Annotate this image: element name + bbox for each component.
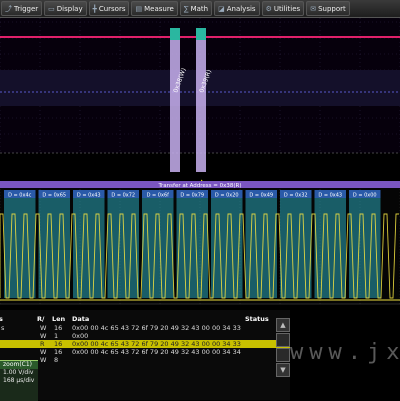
menu-label: Support xyxy=(318,4,346,13)
display-icon: ▭ xyxy=(48,4,55,13)
menu-label: Analysis xyxy=(226,4,256,13)
zoom-column-top xyxy=(170,28,180,40)
cell-rw: W xyxy=(40,348,47,356)
decode-box xyxy=(280,190,312,298)
cell-len: 8 xyxy=(54,356,59,364)
menu-label: Trigger xyxy=(14,4,39,13)
menu-cursors-button[interactable]: ╋ Cursors xyxy=(88,1,130,16)
menu-utilities-button[interactable]: ⚙ Utilities xyxy=(261,1,305,16)
decode-table: s R/ Len Data Status s W 16 0x00 00 4c 65 4… xyxy=(0,310,290,400)
scroll-page-down-button[interactable] xyxy=(276,348,290,362)
decode-label: D = 0x79 xyxy=(180,193,204,199)
table-row[interactable]: R 16 0x00 00 4c 65 43 72 6f 79 20 49 32 43… xyxy=(0,340,290,348)
time-per-div: 168 µs/div xyxy=(3,377,35,384)
transfer-banner: Transfer at Address = 0x38(R) xyxy=(157,183,241,189)
zoom-column-top xyxy=(196,28,206,40)
decode-label: D = 0x32 xyxy=(284,193,308,199)
math-icon: ∑ xyxy=(183,4,189,13)
decode-box xyxy=(142,190,174,298)
utilities-icon: ⚙ xyxy=(265,4,272,13)
cell-data: 0x00 00 4c 65 43 72 6f 79 20 49 32 43 00… xyxy=(72,348,241,356)
cell-data: 0x00 xyxy=(72,332,89,340)
watermark: www.jxw xyxy=(290,340,400,365)
decode-label: D = 0x72 xyxy=(111,193,135,199)
decode-label: D = 0x20 xyxy=(215,193,239,199)
cell-len: 16 xyxy=(54,348,63,356)
waveform-grid: 0x38(W)0x39(R)▲Transfer at Address = 0x3… xyxy=(0,18,400,305)
menu-label: Cursors xyxy=(98,4,126,13)
table-row[interactable]: W8 xyxy=(0,356,290,364)
header-index: s xyxy=(0,315,3,323)
header-data: Data xyxy=(72,315,90,323)
cell-rw: W xyxy=(40,324,47,332)
menu-trigger-button[interactable]: ⤴ Trigger xyxy=(1,1,43,16)
decode-label: D = 0x00 xyxy=(353,193,377,199)
scroll-page-up-button[interactable] xyxy=(276,333,290,347)
table-header: s R/ Len Data Status xyxy=(0,315,290,324)
cell-rw: W xyxy=(40,356,47,364)
decode-label: D = 0x49 xyxy=(249,193,273,199)
table-row[interactable]: s W 16 0x00 00 4c 65 43 72 6f 79 20 49 32 4… xyxy=(0,324,290,332)
menu-math-button[interactable]: ∑ Math xyxy=(179,1,213,16)
cursors-icon: ╋ xyxy=(92,4,97,13)
menu-display-button[interactable]: ▭ Display xyxy=(44,1,87,16)
zoom-label: zoom(C1) xyxy=(0,361,38,369)
menu-label: Measure xyxy=(144,4,174,13)
cell-len: 1 xyxy=(54,332,59,340)
decode-label: D = 0x65 xyxy=(42,193,66,199)
menu-label: Display xyxy=(56,4,83,13)
menu-support-button[interactable]: ✉ Support xyxy=(306,1,350,16)
header-rw: R/ xyxy=(37,315,45,323)
zoom-descriptor[interactable]: zoom(C1) 1.00 V/div 168 µs/div xyxy=(0,360,38,401)
menu-bar: ⤴ Trigger ▭ Display ╋ Cursors ▤ Measure ∑ Math ◪ An… xyxy=(0,0,400,18)
table-scroll-control[interactable]: ▲ ▼ xyxy=(276,318,290,377)
menu-label: Math xyxy=(190,4,209,13)
scroll-up-button[interactable]: ▲ xyxy=(276,318,290,332)
cell-data: 0x00 00 4c 65 43 72 6f 79 20 49 32 43 00… xyxy=(72,340,241,348)
table-row[interactable]: W 16 0x00 00 4c 65 43 72 6f 79 20 49 32 43… xyxy=(0,348,290,356)
cell-idx: s xyxy=(1,324,5,332)
decode-label: D = 0x43 xyxy=(318,193,342,199)
zoom-column xyxy=(196,28,206,172)
cell-rw: R xyxy=(40,340,45,348)
decode-label: D = 0x6f xyxy=(147,193,170,199)
volts-per-div: 1.00 V/div xyxy=(3,369,34,376)
measure-icon: ▤ xyxy=(135,4,143,13)
cell-data: 0x00 00 4c 65 43 72 6f 79 20 49 32 43 00… xyxy=(72,324,241,332)
header-status: Status xyxy=(245,315,269,323)
header-len: Len xyxy=(52,315,66,323)
scope-display: 0x38(W)0x39(R)▲Transfer at Address = 0x3… xyxy=(0,18,400,310)
menu-measure-button[interactable]: ▤ Measure xyxy=(131,1,178,16)
cell-rw: W xyxy=(40,332,47,340)
scroll-down-button[interactable]: ▼ xyxy=(276,363,290,377)
analysis-icon: ◪ xyxy=(218,4,225,13)
support-icon: ✉ xyxy=(310,4,317,13)
decode-label: D = 0x43 xyxy=(77,193,101,199)
table-row[interactable]: W 1 0x00 xyxy=(0,332,290,340)
decode-label: D = 0x4c xyxy=(8,193,32,199)
decode-box xyxy=(4,190,36,298)
menu-label: Utilities xyxy=(273,4,301,13)
cell-len: 16 xyxy=(54,324,63,332)
menu-analysis-button[interactable]: ◪ Analysis xyxy=(214,1,260,16)
cell-len: 16 xyxy=(54,340,63,348)
trigger-icon: ⤴ xyxy=(5,4,12,13)
zoom-column xyxy=(170,28,180,172)
